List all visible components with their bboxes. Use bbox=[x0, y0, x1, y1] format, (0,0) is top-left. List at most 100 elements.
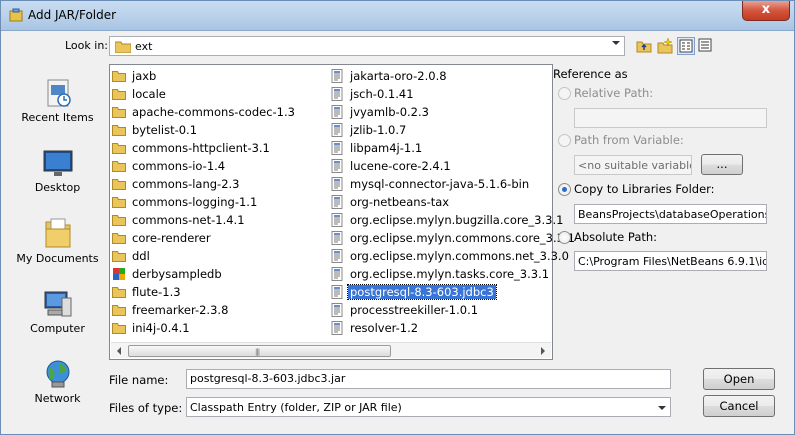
file-name: org-netbeans-tax bbox=[350, 195, 450, 209]
jar-file-icon bbox=[331, 87, 343, 101]
place-network[interactable]: Network bbox=[8, 358, 107, 405]
file-name: org.eclipse.mylyn.commons.core_3.3.1 bbox=[350, 231, 575, 245]
jar-file-icon bbox=[331, 249, 343, 263]
folder-icon bbox=[112, 287, 126, 298]
jar-file-icon bbox=[331, 303, 343, 317]
place-recent-items[interactable]: Recent Items bbox=[8, 77, 107, 124]
absolute-path-radio[interactable] bbox=[558, 231, 571, 244]
file-name: commons-lang-2.3 bbox=[132, 177, 240, 191]
jar-file-icon bbox=[331, 195, 343, 209]
files-of-type-label: Files of type: bbox=[109, 401, 183, 415]
files-of-type-combo[interactable]: Classpath Entry (folder, ZIP or JAR file… bbox=[186, 397, 671, 417]
copy-to-libraries-label: Copy to Libraries Folder: bbox=[574, 182, 715, 196]
place-label: Recent Items bbox=[21, 111, 94, 124]
file-name: bytelist-0.1 bbox=[132, 123, 198, 137]
jar-file-icon bbox=[331, 285, 343, 299]
jar-file-icon bbox=[331, 123, 343, 137]
cancel-button[interactable]: Cancel bbox=[703, 395, 775, 417]
recent-items-icon bbox=[47, 79, 71, 107]
file-name: postgresql-8.3-603.jdbc3 bbox=[347, 284, 497, 300]
place-computer[interactable]: Computer bbox=[8, 288, 107, 335]
look-in-combo[interactable]: ext bbox=[109, 36, 625, 56]
scroll-right-icon[interactable] bbox=[541, 347, 545, 355]
file-name: org.eclipse.mylyn.tasks.core_3.3.1 bbox=[350, 267, 550, 281]
look-in-value: ext bbox=[135, 40, 153, 53]
file-name-input[interactable]: postgresql-8.3-603.jdbc3.jar bbox=[186, 369, 671, 389]
up-one-level-button[interactable] bbox=[635, 37, 653, 55]
jar-file-icon bbox=[331, 159, 343, 173]
jar-file-icon bbox=[331, 141, 343, 155]
absolute-path-field[interactable]: C:\Program Files\NetBeans 6.9.1\ide\m bbox=[574, 251, 767, 271]
file-name: org.eclipse.mylyn.commons.net_3.3.0 bbox=[350, 249, 569, 263]
grip-icon: ||| bbox=[255, 348, 260, 356]
place-label: My Documents bbox=[16, 252, 99, 265]
folder-icon bbox=[112, 179, 126, 190]
window-title: Add JAR/Folder bbox=[28, 8, 117, 22]
list-view-button[interactable] bbox=[677, 37, 695, 55]
folder-icon bbox=[112, 107, 126, 118]
open-button[interactable]: Open bbox=[703, 368, 775, 390]
jar-file-icon bbox=[331, 69, 343, 83]
file-name: core-renderer bbox=[132, 231, 211, 245]
chevron-down-icon bbox=[612, 41, 620, 45]
file-name: commons-net-1.4.1 bbox=[132, 213, 245, 227]
place-my-documents[interactable]: My Documents bbox=[8, 216, 107, 265]
jar-file-icon bbox=[331, 177, 343, 191]
list-view-icon bbox=[679, 39, 693, 53]
file-name: lucene-core-2.4.1 bbox=[350, 159, 451, 173]
variable-combo[interactable]: <no suitable variable> bbox=[574, 155, 692, 175]
jar-file-icon bbox=[331, 321, 343, 335]
copy-to-libraries-radio[interactable] bbox=[558, 183, 571, 196]
absolute-path-label: Absolute Path: bbox=[574, 230, 658, 244]
jar-file-icon bbox=[331, 267, 343, 281]
copy-to-libraries-field[interactable]: BeansProjects\databaseOperations\lib bbox=[574, 204, 767, 224]
scroll-left-icon[interactable] bbox=[117, 347, 121, 355]
jar-file-icon bbox=[331, 105, 343, 119]
look-in-label: Look in: bbox=[65, 39, 108, 52]
place-desktop[interactable]: Desktop bbox=[8, 149, 107, 194]
folder-icon bbox=[112, 89, 126, 100]
database-icon bbox=[113, 268, 125, 280]
folder-icon bbox=[112, 197, 126, 208]
place-label: Network bbox=[34, 392, 81, 405]
folder-icon bbox=[112, 215, 126, 226]
desktop-icon bbox=[43, 150, 72, 176]
file-name: mysql-connector-java-5.1.6-bin bbox=[350, 177, 530, 191]
details-view-icon bbox=[698, 38, 712, 52]
file-name: jzlib-1.0.7 bbox=[350, 123, 407, 137]
file-name: commons-httpclient-3.1 bbox=[132, 141, 270, 155]
file-name: jsch-0.1.41 bbox=[350, 87, 414, 101]
file-name: derbysampledb bbox=[132, 267, 222, 281]
browse-variable-button[interactable]: ... bbox=[701, 154, 743, 175]
folder-icon bbox=[112, 305, 126, 316]
folder-icon bbox=[112, 71, 126, 82]
folder-icon bbox=[112, 323, 126, 334]
scrollbar-thumb[interactable]: ||| bbox=[128, 345, 391, 357]
app-icon bbox=[9, 8, 23, 22]
computer-icon bbox=[44, 291, 71, 317]
file-name: ini4j-0.4.1 bbox=[132, 321, 190, 335]
my-documents-icon bbox=[45, 218, 70, 248]
path-from-variable-radio[interactable] bbox=[558, 134, 571, 147]
folder-icon bbox=[112, 143, 126, 154]
folder-icon bbox=[112, 233, 126, 244]
file-name: libpam4j-1.1 bbox=[350, 141, 423, 155]
file-list[interactable]: jaxb locale apache-commons-codec-1.3 byteli… bbox=[109, 64, 575, 360]
folder-icon bbox=[112, 125, 126, 136]
new-folder-button[interactable] bbox=[656, 37, 674, 55]
jar-file-icon bbox=[331, 213, 343, 227]
relative-path-radio[interactable] bbox=[558, 87, 571, 100]
place-label: Computer bbox=[30, 322, 85, 335]
file-name: flute-1.3 bbox=[132, 285, 181, 299]
horizontal-scrollbar[interactable]: ||| bbox=[111, 342, 551, 358]
file-name: jvyamlb-0.2.3 bbox=[350, 105, 429, 119]
relative-path-field[interactable] bbox=[574, 108, 767, 128]
folder-icon bbox=[115, 41, 131, 53]
close-button[interactable]: x bbox=[742, 1, 790, 21]
file-name: resolver-1.2 bbox=[350, 321, 419, 335]
new-folder-icon bbox=[657, 37, 673, 54]
file-name: apache-commons-codec-1.3 bbox=[132, 105, 295, 119]
details-view-button[interactable] bbox=[697, 37, 715, 55]
places-bar: Recent Items Desktop My Documents Comput… bbox=[8, 64, 107, 410]
file-name-label: File name: bbox=[109, 373, 169, 387]
